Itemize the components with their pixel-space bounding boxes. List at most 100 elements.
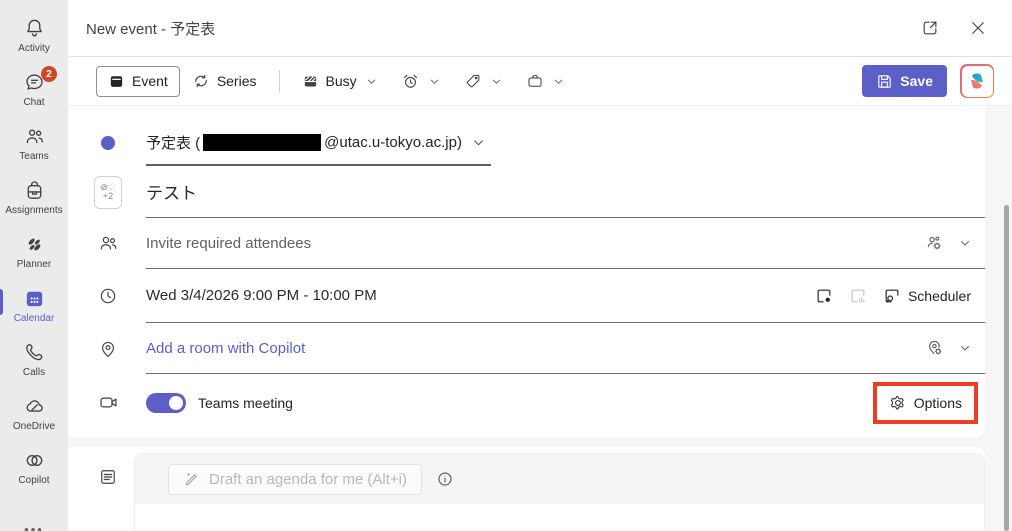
popout-icon[interactable]: [914, 12, 946, 44]
calendar-color-dot: [94, 136, 122, 150]
close-icon[interactable]: [962, 12, 994, 44]
sidebar-item-label: Calls: [23, 367, 45, 378]
options-button[interactable]: Options: [877, 386, 974, 420]
teams-people-icon: [23, 125, 46, 148]
teams-app-window: Activity 2 Chat Teams: [0, 0, 1012, 531]
category-tag-dropdown[interactable]: [452, 65, 514, 97]
cloud-icon: [23, 395, 46, 418]
work-category-dropdown[interactable]: [514, 65, 576, 97]
scheduler-button[interactable]: Scheduler: [882, 286, 971, 306]
sidebar-item-activity[interactable]: Activity: [0, 10, 68, 64]
datetime-value[interactable]: Wed 3/4/2026 9:00 PM - 10:00 PM: [146, 287, 377, 304]
chevron-down-icon: [429, 76, 440, 87]
attendees-input[interactable]: [146, 235, 733, 252]
sidebar-item-teams[interactable]: Teams: [0, 118, 68, 172]
repeat-icon: [192, 72, 210, 90]
teams-meeting-label: Teams meeting: [198, 395, 293, 411]
sidebar-item-label: Chat: [23, 97, 44, 108]
bell-icon: [23, 17, 46, 40]
draft-agenda-label: Draft an agenda for me (Alt+i): [209, 471, 407, 488]
event-title-input[interactable]: [146, 182, 733, 202]
calendar-select[interactable]: 予定表 ( @utac.u-tokyo.ac.jp): [146, 120, 491, 166]
vertical-scrollbar[interactable]: [1004, 205, 1009, 531]
chevron-down-icon: [553, 76, 564, 87]
sidebar-item-chat[interactable]: 2 Chat: [0, 64, 68, 118]
event-icon: [108, 73, 125, 90]
event-toolbar: Event Series: [68, 57, 1012, 106]
reminder-dropdown[interactable]: [389, 65, 452, 98]
camera-icon: [94, 392, 122, 413]
teams-meeting-row: Teams meeting Options: [68, 374, 985, 431]
sidebar-item-onedrive[interactable]: OneDrive: [0, 388, 68, 442]
copilot-button[interactable]: [960, 64, 994, 98]
sidebar-item-copilot[interactable]: Copilot: [0, 442, 68, 496]
chevron-down-icon[interactable]: [959, 237, 971, 249]
redacted-email: [203, 134, 321, 151]
phone-icon: [23, 341, 46, 364]
calendar-picker-row: 予定表 ( @utac.u-tokyo.ac.jp): [68, 120, 985, 166]
copilot-logo-icon: [967, 71, 987, 91]
dialog-title: New event - 予定表: [86, 18, 215, 39]
tag-icon: [464, 72, 482, 90]
emoji-picker-button[interactable]: ⊘♡ +2: [94, 176, 122, 209]
editor-toolbar-band: Draft an agenda for me (Alt+i): [135, 454, 984, 504]
scheduling-assistant-icon: [848, 286, 868, 306]
location-options-icon[interactable]: [925, 338, 945, 358]
datetime-row: Wed 3/4/2026 9:00 PM - 10:00 PM: [68, 269, 985, 323]
calendar-person-icon[interactable]: [814, 286, 834, 306]
chevron-down-icon: [491, 76, 502, 87]
chevron-down-icon: [366, 76, 377, 87]
chevron-down-icon[interactable]: [959, 342, 971, 354]
title-row: ⊘♡ +2: [68, 166, 985, 218]
sidebar-item-assignments[interactable]: Assignments: [0, 172, 68, 226]
toolbar-separator: [279, 70, 280, 92]
notes-icon: [94, 467, 122, 487]
chevron-down-icon: [472, 136, 485, 149]
draft-agenda-button[interactable]: Draft an agenda for me (Alt+i): [168, 464, 422, 495]
copilot-icon: [23, 449, 46, 472]
sidebar-item-label: Assignments: [5, 205, 62, 216]
scheduler-icon: [882, 286, 902, 306]
gear-icon: [889, 394, 907, 412]
description-editor[interactable]: Draft an agenda for me (Alt+i): [134, 453, 985, 531]
active-indicator: [0, 289, 3, 315]
location-pin-icon: [94, 339, 122, 359]
options-highlight-box: Options: [873, 382, 978, 424]
event-tab-button[interactable]: Event: [96, 66, 180, 97]
sidebar-item-label: Copilot: [18, 475, 49, 486]
save-icon: [876, 73, 893, 90]
sidebar-item-label: OneDrive: [13, 421, 55, 432]
sidebar-item-calendar[interactable]: Calendar: [0, 280, 68, 334]
rail-overflow-dots[interactable]: •••: [0, 522, 68, 531]
description-text-area[interactable]: [135, 504, 984, 531]
chat-unread-badge: 2: [41, 66, 57, 82]
backpack-icon: [23, 179, 46, 202]
sidebar-item-label: Activity: [18, 43, 50, 54]
briefcase-icon: [526, 72, 544, 90]
planner-icon: [23, 233, 46, 256]
sidebar-item-label: Teams: [19, 151, 48, 162]
attendees-row: [68, 218, 985, 269]
new-event-dialog: New event - 予定表: [68, 0, 1012, 531]
attendee-options-icon[interactable]: [925, 233, 945, 253]
sparkle-pen-icon: [183, 470, 201, 488]
sidebar-item-label: Calendar: [14, 313, 55, 324]
people-icon: [94, 233, 122, 254]
event-form-content: 予定表 ( @utac.u-tokyo.ac.jp) ⊘♡: [68, 106, 1012, 531]
sidebar-item-label: Planner: [17, 259, 51, 270]
add-room-copilot-link[interactable]: Add a room with Copilot: [146, 340, 305, 357]
calendar-icon: [23, 287, 46, 310]
info-icon[interactable]: [436, 470, 454, 488]
location-row: Add a room with Copilot: [68, 323, 985, 374]
busy-status-icon: [302, 73, 319, 90]
clock-icon: [94, 286, 122, 306]
sidebar-item-planner[interactable]: Planner: [0, 226, 68, 280]
calendar-name-prefix: 予定表 (: [146, 132, 200, 153]
series-tab-button[interactable]: Series: [180, 65, 269, 97]
show-as-busy-dropdown[interactable]: Busy: [290, 66, 389, 97]
calendar-name-suffix: @utac.u-tokyo.ac.jp): [324, 134, 462, 151]
save-button[interactable]: Save: [862, 65, 947, 97]
sidebar-item-calls[interactable]: Calls: [0, 334, 68, 388]
alarm-icon: [401, 72, 420, 91]
teams-meeting-toggle[interactable]: [146, 393, 186, 413]
